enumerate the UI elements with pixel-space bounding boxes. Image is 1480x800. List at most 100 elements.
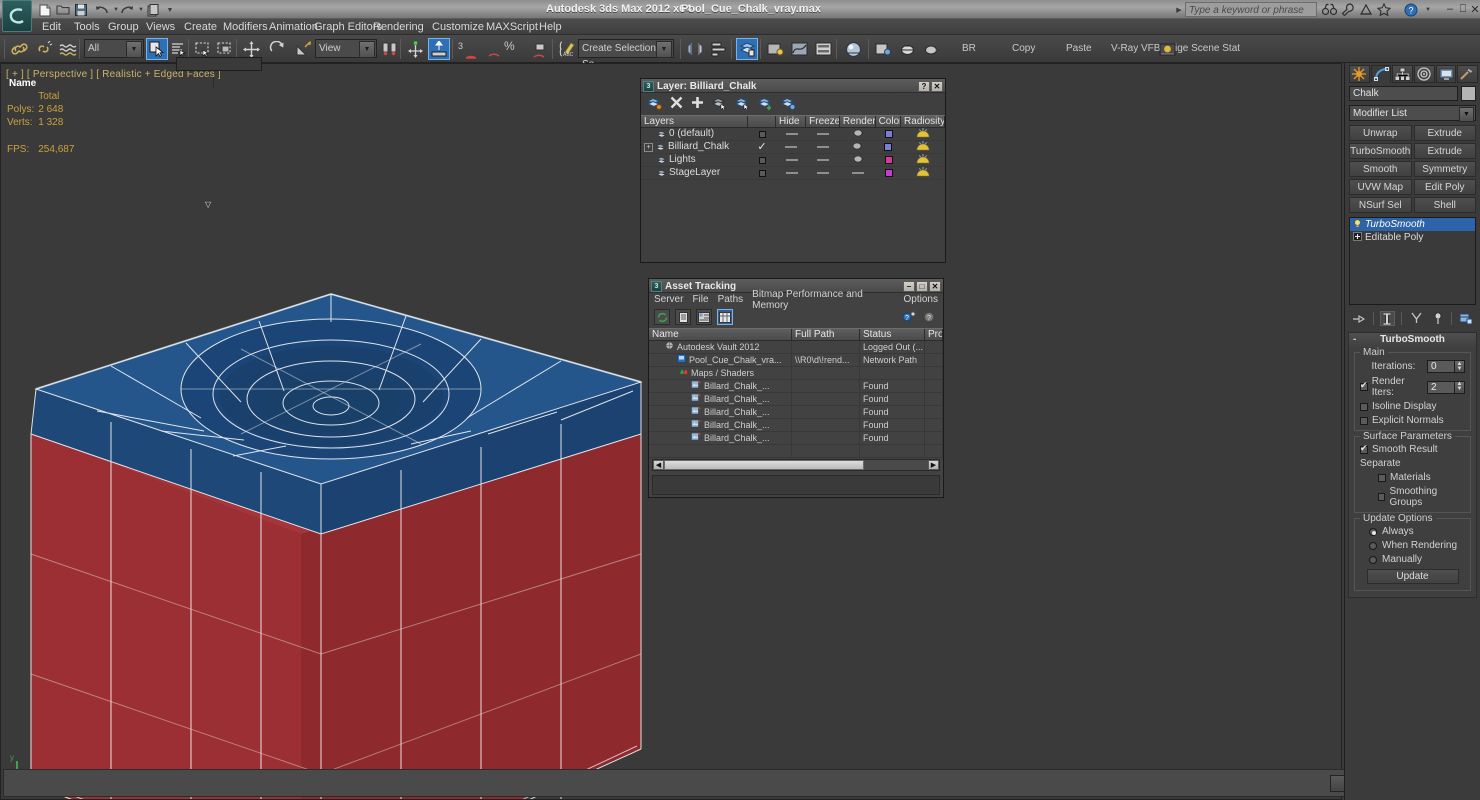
- hide-toggle[interactable]: [786, 133, 798, 135]
- render-iters-checkbox[interactable]: [1360, 383, 1368, 391]
- modifier-button-unwrap-uvw[interactable]: Unwrap UVW: [1349, 125, 1412, 141]
- table-row[interactable]: 0 (default): [641, 128, 945, 141]
- update-button[interactable]: Update: [1367, 569, 1459, 584]
- manually-radio[interactable]: [1369, 556, 1377, 564]
- current-layer-checkbox[interactable]: [759, 157, 766, 164]
- modifier-button-uvw-map[interactable]: UVW Map: [1349, 179, 1412, 195]
- layer-col-current[interactable]: [748, 116, 776, 127]
- quick-access-dropdown-icon[interactable]: ▼: [163, 3, 177, 17]
- expand-layer-icon[interactable]: +: [644, 143, 653, 152]
- close-icon[interactable]: ✕: [929, 281, 941, 292]
- render-toggle-icon[interactable]: [853, 128, 864, 141]
- rollup-collapse-icon[interactable]: -: [1353, 333, 1356, 346]
- asset-col-status[interactable]: Status: [860, 329, 925, 340]
- reference-coordinate-combo[interactable]: View: [315, 39, 377, 58]
- spinner-snap-icon[interactable]: [529, 40, 551, 62]
- maximize-icon[interactable]: □: [916, 281, 928, 292]
- table-row[interactable]: + Billiard_Chalk ✓: [641, 141, 945, 154]
- align-icon[interactable]: [428, 38, 450, 60]
- render-toggle[interactable]: [852, 172, 864, 174]
- modify-tab-icon[interactable]: [1371, 65, 1392, 83]
- manage-layers-icon[interactable]: [736, 38, 758, 60]
- highlight-selected-objects-icon[interactable]: [758, 96, 773, 113]
- br-label[interactable]: BR: [962, 43, 976, 54]
- modifier-button-turbosmooth[interactable]: TurboSmooth: [1349, 143, 1412, 159]
- hide-toggle[interactable]: [786, 172, 798, 174]
- delete-layer-icon[interactable]: [670, 96, 683, 112]
- menu-item-tools[interactable]: Tools: [70, 20, 104, 34]
- rollup-header[interactable]: - TurboSmooth: [1349, 333, 1476, 347]
- pin-stack-icon[interactable]: [1351, 311, 1367, 326]
- redo-icon[interactable]: [120, 3, 134, 17]
- smooth-result-row[interactable]: Smooth Result: [1360, 444, 1465, 455]
- select-objects-in-layer-icon[interactable]: [712, 96, 727, 113]
- stack-item-turbosmooth[interactable]: TurboSmooth: [1350, 218, 1475, 231]
- freeze-toggle[interactable]: [817, 172, 829, 174]
- unlink-icon[interactable]: [32, 38, 54, 60]
- always-radio[interactable]: [1369, 528, 1377, 536]
- wrench-icon[interactable]: [1340, 2, 1355, 17]
- undo-icon[interactable]: [95, 3, 109, 17]
- use-pivot-center-icon[interactable]: [379, 38, 401, 60]
- material-editor-icon[interactable]: [842, 38, 864, 60]
- hide-toggle[interactable]: [786, 159, 798, 161]
- table-row[interactable]: Lights: [641, 154, 945, 167]
- stack-item-editable-poly[interactable]: Editable Poly: [1350, 231, 1475, 244]
- save-file-icon[interactable]: [74, 3, 88, 17]
- copy-label[interactable]: Copy: [1012, 43, 1035, 54]
- help-icon[interactable]: ?: [1403, 2, 1418, 17]
- render-iters-value[interactable]: 2: [1427, 381, 1455, 394]
- help-icon[interactable]: ?: [922, 309, 938, 325]
- table-row[interactable]: Pool_Cue_Chalk_vra... \\R0\d\!rend... Ne…: [649, 354, 943, 367]
- remove-modifier-icon[interactable]: [1430, 311, 1446, 326]
- make-unique-icon[interactable]: [1408, 311, 1424, 326]
- menu-item-edit[interactable]: Edit: [38, 20, 65, 34]
- asset-menu-paths[interactable]: Paths: [718, 294, 744, 305]
- app-logo-icon[interactable]: [2, 0, 32, 32]
- subscription-icon[interactable]: [1358, 2, 1373, 17]
- iterations-value[interactable]: 0: [1427, 360, 1455, 373]
- menu-item-rendering[interactable]: Rendering: [369, 20, 428, 34]
- create-tab-icon[interactable]: [1349, 65, 1370, 83]
- select-scale-icon[interactable]: [292, 38, 314, 60]
- plus-box-icon[interactable]: [1353, 232, 1362, 244]
- help-icon[interactable]: ?: [918, 81, 930, 92]
- manage-scene-state-label[interactable]: ige Scene Stat: [1175, 43, 1240, 54]
- table-row[interactable]: Billard_Chalk_... Found: [649, 406, 943, 419]
- search-input[interactable]: Type a keyword or phrase: [1185, 2, 1317, 17]
- schematic-view-icon[interactable]: [812, 38, 834, 60]
- asset-menu-bitmap[interactable]: Bitmap Performance and Memory: [752, 289, 894, 311]
- align-tool-icon[interactable]: [708, 38, 730, 60]
- when-rendering-row[interactable]: When Rendering: [1360, 540, 1465, 551]
- select-highlighted-objects-icon[interactable]: [735, 96, 750, 113]
- modifier-stack-list[interactable]: TurboSmooth Editable Poly: [1349, 217, 1476, 305]
- layer-col-layers[interactable]: Layers: [641, 116, 748, 127]
- paste-label[interactable]: Paste: [1066, 43, 1092, 54]
- percent-snap-icon[interactable]: [484, 40, 506, 62]
- scroll-left-icon[interactable]: ◀: [653, 460, 664, 470]
- detail-view-icon[interactable]: [696, 309, 712, 325]
- grid-view-icon[interactable]: [717, 309, 733, 325]
- scrollbar-thumb[interactable]: [664, 460, 864, 470]
- hide-toggle[interactable]: [785, 146, 797, 148]
- infocenter-expand-icon[interactable]: ▶: [1172, 3, 1186, 17]
- modifier-button-smooth[interactable]: Smooth: [1349, 161, 1412, 177]
- selection-filter-combo[interactable]: All: [84, 39, 144, 58]
- modifier-button-edit-poly[interactable]: Edit Poly: [1414, 179, 1477, 195]
- motion-tab-icon[interactable]: [1414, 65, 1435, 83]
- layer-col-radiosity[interactable]: Radiosity: [901, 116, 945, 127]
- menu-item-views[interactable]: Views: [142, 20, 179, 34]
- angle-snap-icon[interactable]: [460, 42, 482, 64]
- render-setup-icon[interactable]: [872, 38, 894, 60]
- current-layer-checkmark[interactable]: ✓: [748, 141, 776, 153]
- binoculars-icon[interactable]: [1322, 2, 1337, 17]
- asset-col-full-path[interactable]: Full Path: [792, 329, 860, 340]
- menu-item-customize[interactable]: Customize: [428, 20, 488, 34]
- isoline-display-checkbox[interactable]: [1360, 403, 1368, 411]
- minimize-icon[interactable]: –: [903, 281, 915, 292]
- asset-tracking-dialog[interactable]: 3 Asset Tracking – □ ✕ Server File Paths…: [648, 278, 944, 498]
- favorites-star-icon[interactable]: [1376, 2, 1391, 17]
- help-vault-icon[interactable]: ?: [901, 309, 917, 325]
- layer-col-hide[interactable]: Hide: [776, 116, 806, 127]
- modifier-button-shell[interactable]: Shell: [1414, 197, 1477, 213]
